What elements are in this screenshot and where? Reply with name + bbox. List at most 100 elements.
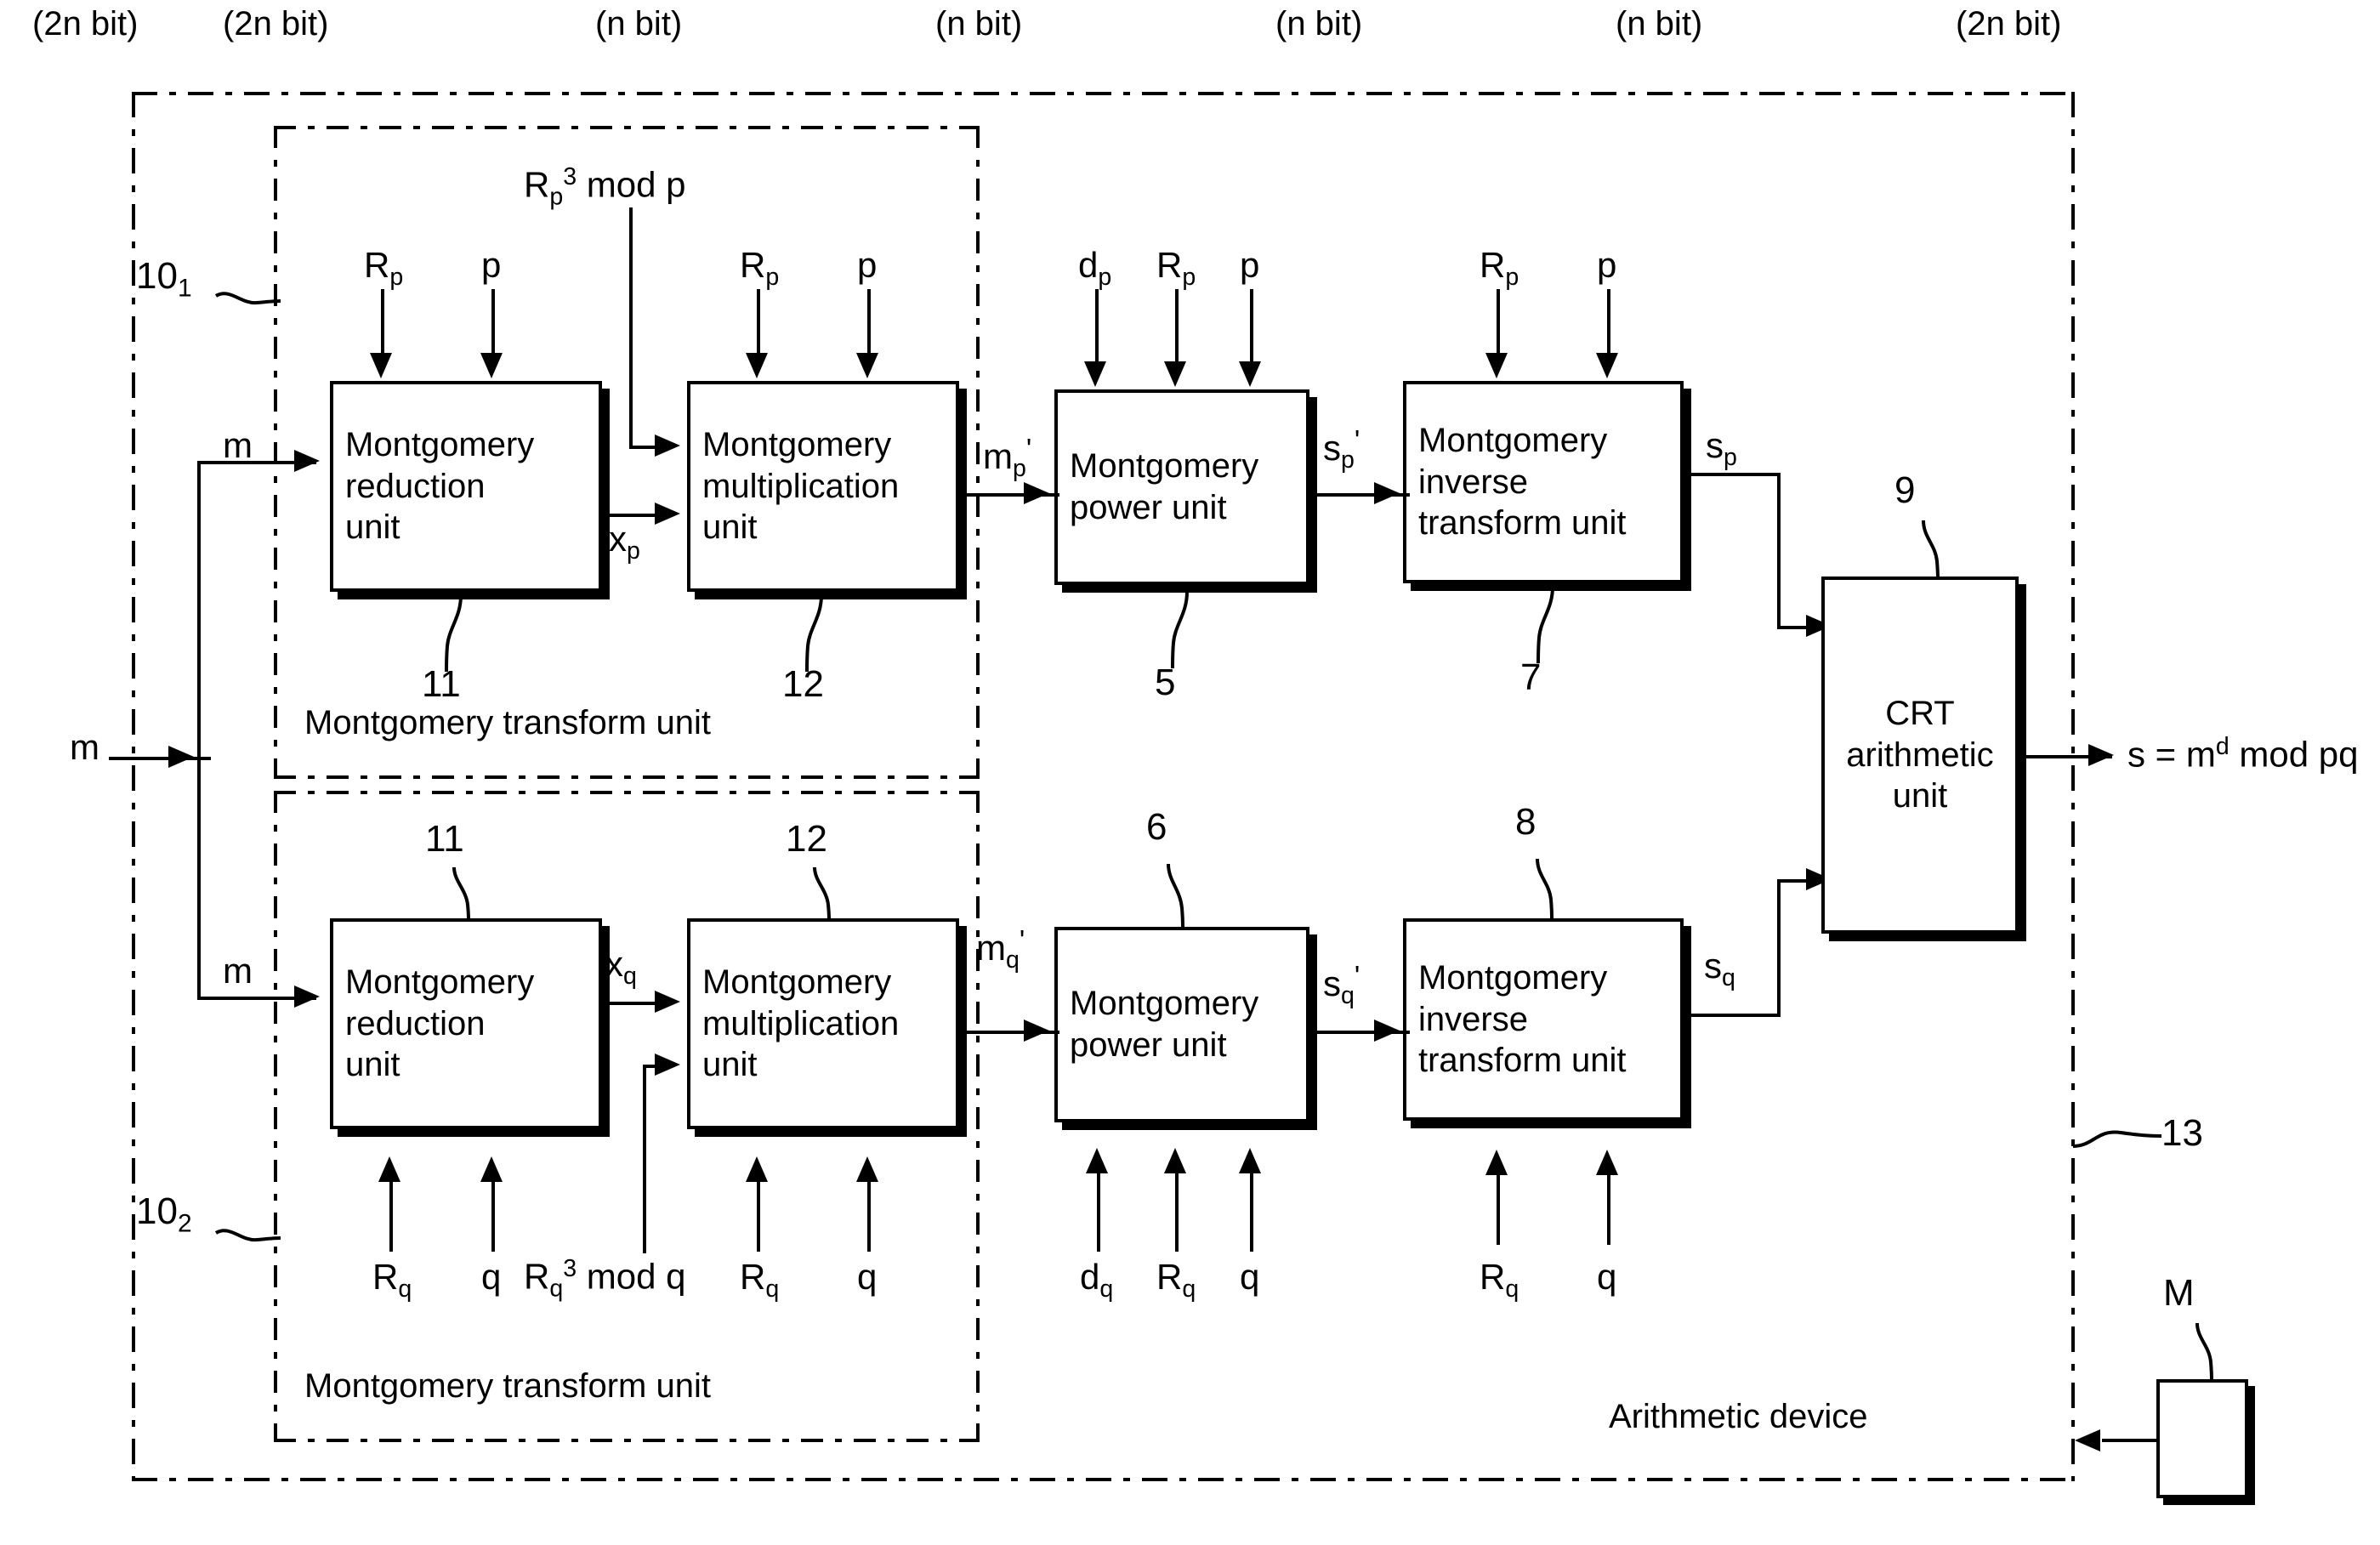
ref-number-11-q: 11 bbox=[425, 818, 464, 860]
unit-line: Montgomery bbox=[1418, 958, 1608, 997]
ref-leader-6 bbox=[1160, 863, 1194, 929]
param-label-q-2: q bbox=[857, 1257, 878, 1297]
signal-line-sp-h1 bbox=[1690, 473, 1781, 476]
param-label-q-4: q bbox=[1597, 1257, 1617, 1297]
param-label-p-1: p bbox=[481, 245, 502, 285]
signal-label-xp: xp bbox=[609, 519, 640, 565]
unit-line: power unit bbox=[1070, 1026, 1227, 1064]
group-q-frame-right bbox=[976, 791, 980, 1442]
memory-unit[interactable] bbox=[2156, 1379, 2248, 1498]
montgomery-power-unit-q[interactable]: Montgomery power unit bbox=[1054, 927, 1309, 1122]
param-line-p-2 bbox=[867, 289, 871, 355]
unit-line: unit bbox=[702, 1046, 758, 1084]
param-label-rq-2: Rq bbox=[740, 1257, 780, 1304]
param-line-rq-1 bbox=[389, 1182, 393, 1252]
param-label-q-3: q bbox=[1240, 1257, 1260, 1297]
group-p-frame-top bbox=[274, 126, 980, 129]
memory-connection-line bbox=[2102, 1439, 2158, 1442]
group-q-frame-bottom bbox=[274, 1439, 980, 1442]
ref-leader-8 bbox=[1529, 858, 1563, 920]
param-arrow-q-2 bbox=[856, 1156, 878, 1182]
bit-label: (n bit) bbox=[1616, 5, 1703, 43]
patent-figure: (2n bit) (2n bit) (n bit) (n bit) (n bit… bbox=[0, 0, 2380, 1545]
constant-label-p: Rp3 mod p bbox=[524, 163, 686, 211]
signal-arrow-sp-prime bbox=[1374, 482, 1400, 504]
group-p-frame-bottom bbox=[274, 775, 980, 779]
param-line-p-4 bbox=[1607, 289, 1610, 355]
output-expression: s = md mod pq bbox=[2127, 733, 2359, 775]
bit-label: (2n bit) bbox=[32, 5, 139, 43]
param-line-q-1 bbox=[491, 1182, 495, 1252]
param-label-rp-3: Rp bbox=[1156, 245, 1196, 292]
param-arrow-rp-3 bbox=[1164, 361, 1186, 387]
constant-feed-vertical-q bbox=[643, 1065, 646, 1253]
signal-label-sp: sp bbox=[1706, 425, 1737, 472]
group-q-label: Montgomery transform unit bbox=[304, 1367, 711, 1405]
param-line-rp-1 bbox=[381, 289, 384, 355]
memory-ref-leader bbox=[2185, 1322, 2221, 1383]
group-p-ref-number: 101 bbox=[136, 255, 192, 303]
unit-line: inverse bbox=[1418, 1000, 1528, 1038]
ref-number-12-q: 12 bbox=[786, 818, 827, 860]
param-label-rq-1: Rq bbox=[372, 1257, 412, 1304]
param-label-p-4: p bbox=[1597, 245, 1617, 285]
constant-label-q: Rq3 mod q bbox=[524, 1255, 686, 1303]
unit-line: unit bbox=[702, 508, 758, 547]
signal-arrow-xp bbox=[655, 503, 680, 525]
unit-line: power unit bbox=[1070, 489, 1227, 526]
unit-line: Montgomery bbox=[1418, 421, 1608, 459]
main-input-line bbox=[109, 757, 211, 760]
ref-number-5: 5 bbox=[1155, 662, 1176, 703]
group-q-ref-number: 102 bbox=[136, 1190, 192, 1238]
param-label-p-2: p bbox=[857, 245, 878, 285]
param-line-rq-3 bbox=[1175, 1173, 1179, 1252]
signal-line-sq-h1 bbox=[1690, 1014, 1781, 1017]
bit-label: (n bit) bbox=[1275, 5, 1363, 43]
param-arrow-rq-1 bbox=[378, 1156, 400, 1182]
param-label-dq: dq bbox=[1080, 1257, 1114, 1304]
input-bus-vertical bbox=[197, 461, 201, 997]
group-q-frame-left bbox=[274, 791, 277, 1442]
param-label-q-1: q bbox=[481, 1257, 502, 1297]
param-line-p-1 bbox=[491, 289, 495, 355]
signal-arrow-sq-prime bbox=[1374, 1020, 1400, 1042]
param-line-dq bbox=[1097, 1173, 1100, 1252]
memory-ref-label: M bbox=[2163, 1272, 2195, 1314]
montgomery-inverse-transform-unit-p[interactable]: Montgomery inverse transform unit bbox=[1403, 381, 1684, 583]
unit-line: unit bbox=[345, 508, 400, 547]
param-label-rq-4: Rq bbox=[1480, 1257, 1519, 1304]
group-p-frame-right bbox=[976, 126, 980, 779]
crt-arithmetic-unit[interactable]: CRT arithmetic unit bbox=[1821, 577, 2019, 934]
device-label: Arithmetic device bbox=[1609, 1398, 1868, 1435]
param-line-rq-4 bbox=[1497, 1175, 1500, 1245]
montgomery-multiplication-unit-p[interactable]: Montgomery multiplication unit bbox=[687, 381, 959, 592]
param-line-q-2 bbox=[867, 1182, 871, 1252]
param-line-rp-2 bbox=[757, 289, 760, 355]
device-ref-number: 13 bbox=[2161, 1112, 2203, 1154]
montgomery-reduction-unit-q[interactable]: Montgomery reduction unit bbox=[330, 918, 602, 1129]
crt-ref-number: 9 bbox=[1894, 469, 1916, 511]
param-arrow-dp bbox=[1084, 361, 1106, 387]
bit-label: (n bit) bbox=[595, 5, 683, 43]
unit-line: Montgomery bbox=[345, 963, 535, 1001]
montgomery-multiplication-unit-q[interactable]: Montgomery multiplication unit bbox=[687, 918, 959, 1129]
unit-line: unit bbox=[345, 1046, 400, 1084]
group-p-frame-left bbox=[274, 126, 277, 779]
unit-line: inverse bbox=[1418, 463, 1528, 501]
param-arrow-rp-4 bbox=[1485, 353, 1508, 378]
montgomery-power-unit-p[interactable]: Montgomery power unit bbox=[1054, 389, 1309, 585]
device-frame-bottom bbox=[132, 1478, 2075, 1481]
input-branch-p-arrowhead bbox=[294, 450, 320, 472]
group-p-ref-leader bbox=[214, 281, 282, 315]
param-line-rp-3 bbox=[1175, 289, 1179, 364]
param-line-rp-4 bbox=[1497, 289, 1500, 355]
montgomery-reduction-unit-p[interactable]: Montgomery reduction unit bbox=[330, 381, 602, 592]
param-label-rq-3: Rq bbox=[1156, 1257, 1196, 1304]
unit-line: Montgomery bbox=[702, 963, 892, 1001]
unit-line: Montgomery bbox=[345, 425, 535, 463]
unit-line: CRT bbox=[1885, 694, 1955, 732]
montgomery-inverse-transform-unit-q[interactable]: Montgomery inverse transform unit bbox=[1403, 918, 1684, 1121]
param-line-dp bbox=[1095, 289, 1099, 364]
param-arrow-rq-3 bbox=[1164, 1148, 1186, 1173]
param-arrow-q-3 bbox=[1239, 1148, 1261, 1173]
